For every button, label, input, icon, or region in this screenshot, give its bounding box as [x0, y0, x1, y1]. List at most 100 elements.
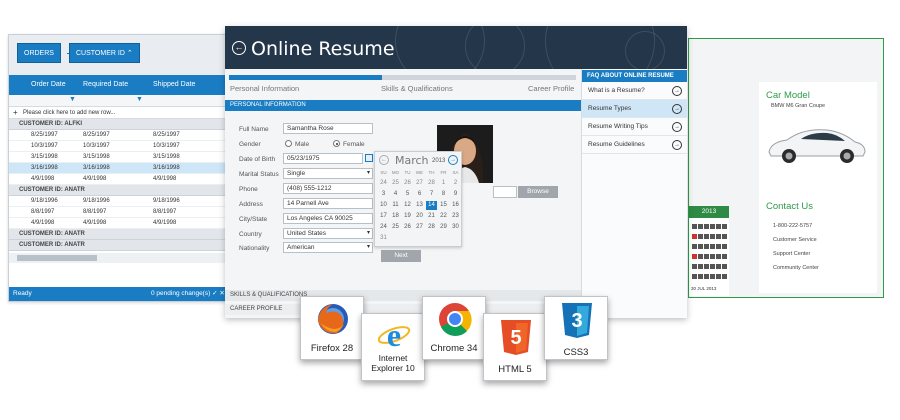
faq-item[interactable]: Resume Writing Tips → — [582, 118, 687, 136]
calendar-day[interactable]: 24 — [378, 223, 389, 232]
calendar-cell[interactable] — [704, 264, 709, 269]
calendar-day[interactable]: 6 — [414, 190, 425, 199]
calendar-cell[interactable] — [710, 234, 715, 239]
filter-icon[interactable]: ▼ — [136, 96, 143, 103]
country-select[interactable]: United States — [283, 228, 373, 239]
calendar-cell[interactable] — [692, 224, 697, 229]
next-button[interactable]: Next — [381, 250, 421, 262]
faq-item[interactable]: Resume Guidelines → — [582, 136, 687, 154]
faq-item[interactable]: What is a Resume? → — [582, 82, 687, 100]
calendar-cell[interactable] — [704, 274, 709, 279]
calendar-cell[interactable] — [710, 274, 715, 279]
calendar-day[interactable]: 25 — [390, 223, 401, 232]
calendar-cell[interactable] — [710, 224, 715, 229]
calendar-day[interactable]: 10 — [378, 201, 389, 210]
phone-input[interactable]: (408) 555-1212 — [283, 183, 373, 194]
calendar-day[interactable]: 2 — [450, 179, 461, 188]
skills-section[interactable]: SKILLS & QUALIFICATIONS — [225, 290, 581, 301]
calendar-day[interactable]: 17 — [378, 212, 389, 221]
calendar-day[interactable]: 7 — [426, 190, 437, 199]
calendar-cell[interactable] — [722, 224, 727, 229]
calendar-cell[interactable] — [710, 244, 715, 249]
calendar-cell[interactable] — [722, 254, 727, 259]
calendar-cell[interactable] — [692, 264, 697, 269]
table-row[interactable]: 4/9/1998 4/9/1998 4/9/1998 — [9, 218, 229, 229]
male-radio[interactable] — [285, 140, 292, 147]
calendar-day[interactable]: 30 — [450, 223, 461, 232]
calendar-cell[interactable] — [692, 274, 697, 279]
calendar-cell[interactable] — [716, 254, 721, 259]
add-new-row[interactable]: + Please click here to add new row... — [9, 107, 229, 119]
calendar-cell[interactable] — [704, 224, 709, 229]
calendar-cell[interactable] — [716, 234, 721, 239]
calendar-day[interactable]: 3 — [378, 190, 389, 199]
contact-item[interactable]: 1-800-222-5757 — [773, 223, 812, 229]
group-header[interactable]: CUSTOMER ID: ALFKI — [9, 119, 229, 130]
calendar-day[interactable]: 16 — [450, 201, 461, 210]
calendar-day[interactable]: 18 — [390, 212, 401, 221]
scroll-thumb[interactable] — [17, 255, 97, 261]
calendar-cell[interactable] — [710, 254, 715, 259]
table-row[interactable]: 10/3/1997 10/3/1997 10/3/1997 — [9, 141, 229, 152]
calendar-day[interactable]: 1 — [438, 179, 449, 188]
table-row[interactable]: 8/25/1997 8/25/1997 8/25/1997 — [9, 130, 229, 141]
calendar-cell[interactable] — [698, 224, 703, 229]
calendar-day[interactable]: 24 — [378, 179, 389, 188]
calendar-day[interactable]: 4 — [390, 190, 401, 199]
browse-button[interactable]: Browse — [518, 186, 558, 198]
calendar-day[interactable]: 11 — [390, 201, 401, 210]
dob-input[interactable]: 05/23/1975 — [283, 153, 363, 164]
calendar-cell[interactable] — [692, 234, 697, 239]
calendar-day[interactable]: 27 — [414, 223, 425, 232]
calendar-day[interactable]: 9 — [450, 190, 461, 199]
table-row[interactable]: 3/15/1998 3/15/1998 3/15/1998 — [9, 152, 229, 163]
calendar-day[interactable]: 12 — [402, 201, 413, 210]
calendar-cell[interactable] — [704, 234, 709, 239]
calendar-cell[interactable] — [722, 274, 727, 279]
calendar-cell[interactable] — [716, 274, 721, 279]
address-input[interactable]: 14 Parnell Ave — [283, 198, 373, 209]
prev-month-icon[interactable]: ← — [379, 155, 389, 165]
table-row[interactable]: 9/18/1996 9/18/1996 9/18/1996 — [9, 196, 229, 207]
calendar-cell[interactable] — [710, 264, 715, 269]
contact-item[interactable]: Customer Service — [773, 237, 817, 243]
calendar-day[interactable]: 5 — [402, 190, 413, 199]
group-header[interactable]: CUSTOMER ID: ANATR — [9, 185, 229, 196]
calendar-cell[interactable] — [722, 244, 727, 249]
calendar-day[interactable]: 28 — [426, 223, 437, 232]
filter-icon[interactable]: ▼ — [69, 96, 76, 103]
calendar-day[interactable]: 27 — [414, 179, 425, 188]
faq-item[interactable]: Resume Types → — [582, 100, 687, 118]
calendar-cell[interactable] — [704, 254, 709, 259]
calendar-cell[interactable] — [698, 264, 703, 269]
calendar-day[interactable]: 20 — [414, 212, 425, 221]
group-header-collapsed[interactable]: CUSTOMER ID: ANATR — [9, 240, 229, 251]
contact-item[interactable]: Community Center — [773, 265, 819, 271]
calendar-day[interactable]: 15 — [438, 201, 449, 210]
group-header-collapsed[interactable]: CUSTOMER ID: ANATR — [9, 229, 229, 240]
calendar-year[interactable]: 2013 — [689, 206, 729, 218]
calendar-day[interactable]: 14 — [426, 201, 437, 210]
calendar-cell[interactable] — [698, 244, 703, 249]
col-shipped-date[interactable]: Shipped Date — [153, 81, 195, 88]
calendar-day[interactable]: 19 — [402, 212, 413, 221]
next-month-icon[interactable]: → — [448, 155, 458, 165]
file-path-input[interactable] — [493, 186, 517, 198]
table-row[interactable]: 8/8/1997 8/8/1997 8/8/1997 — [9, 207, 229, 218]
calendar-day[interactable]: 26 — [402, 223, 413, 232]
table-row[interactable]: 4/9/1998 4/9/1998 4/9/1998 — [9, 174, 229, 185]
calendar-day[interactable]: 23 — [450, 212, 461, 221]
contact-item[interactable]: Support Center — [773, 251, 810, 257]
calendar-day[interactable]: 28 — [426, 179, 437, 188]
calendar-cell[interactable] — [692, 244, 697, 249]
calendar-day[interactable]: 29 — [438, 223, 449, 232]
calendar-cell[interactable] — [698, 274, 703, 279]
calendar-cell[interactable] — [698, 254, 703, 259]
calendar-day[interactable]: 22 — [438, 212, 449, 221]
calendar-day[interactable]: 8 — [438, 190, 449, 199]
calendar-year[interactable]: 2013 — [432, 158, 445, 164]
calendar-day[interactable]: 25 — [390, 179, 401, 188]
calendar-day[interactable]: 21 — [426, 212, 437, 221]
calendar-day[interactable]: 13 — [414, 201, 425, 210]
calendar-cell[interactable] — [698, 234, 703, 239]
